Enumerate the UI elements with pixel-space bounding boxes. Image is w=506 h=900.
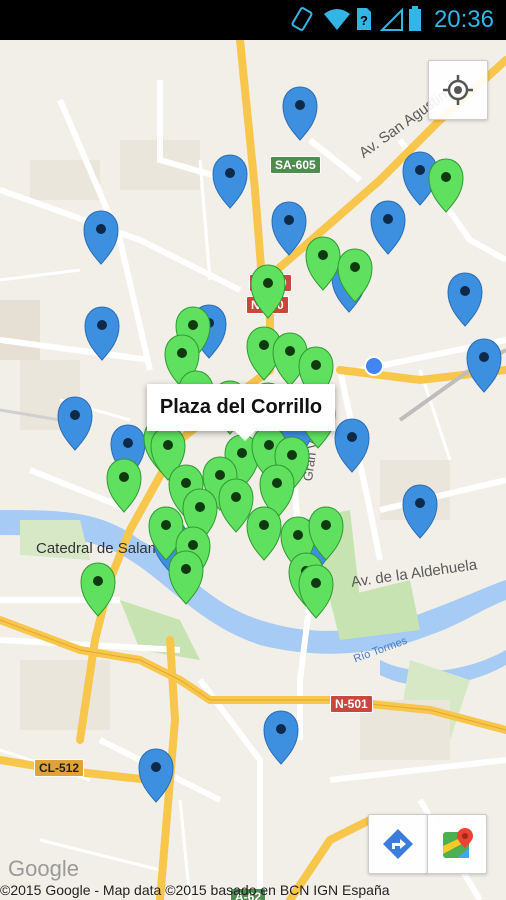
- svg-text:?: ?: [360, 13, 368, 28]
- wifi-icon: [322, 6, 352, 37]
- signal-icon: [379, 6, 404, 37]
- google-logo: Google: [8, 856, 79, 881]
- map-marker-green[interactable]: [428, 158, 464, 213]
- map-marker-blue[interactable]: [271, 201, 307, 256]
- directions-icon: [383, 829, 413, 859]
- google-maps-icon: [443, 828, 473, 858]
- open-in-maps-button[interactable]: [427, 814, 487, 874]
- map-marker-green[interactable]: [250, 264, 286, 319]
- map-marker-blue[interactable]: [282, 86, 318, 141]
- map-marker-blue[interactable]: [212, 154, 248, 209]
- map-marker-blue[interactable]: [138, 748, 174, 803]
- battery-icon: [408, 6, 422, 37]
- map-marker-green[interactable]: [80, 562, 116, 617]
- markers-layer[interactable]: [0, 40, 506, 900]
- map-marker-blue[interactable]: [263, 710, 299, 765]
- sim-unknown-icon: ?: [355, 6, 373, 37]
- map-marker-blue[interactable]: [84, 306, 120, 361]
- map-marker-blue[interactable]: [57, 396, 93, 451]
- map-marker-blue[interactable]: [447, 272, 483, 327]
- map-marker-green[interactable]: [298, 564, 334, 619]
- my-location-button[interactable]: [428, 60, 488, 120]
- map-attribution: ©2015 Google - Map data ©2015 basado en …: [0, 882, 390, 898]
- crosshair-icon: [443, 75, 473, 105]
- info-window-title: Plaza del Corrillo: [159, 396, 323, 418]
- map-view[interactable]: SA-605 N-620 N-630 N-501 CL-512 A-62 Av.…: [0, 40, 506, 900]
- info-window[interactable]: Plaza del Corrillo: [147, 384, 335, 441]
- map-marker-green[interactable]: [246, 506, 282, 561]
- map-marker-blue[interactable]: [402, 484, 438, 539]
- current-location-dot-icon: [366, 358, 382, 374]
- rotation-icon: [290, 6, 314, 37]
- map-marker-blue[interactable]: [370, 200, 406, 255]
- map-marker-blue[interactable]: [83, 210, 119, 265]
- map-marker-green[interactable]: [168, 550, 204, 605]
- directions-button[interactable]: [368, 814, 428, 874]
- map-marker-green[interactable]: [106, 458, 142, 513]
- status-bar: ? 20:36: [0, 0, 506, 40]
- map-marker-blue[interactable]: [466, 338, 502, 393]
- map-marker-blue[interactable]: [334, 418, 370, 473]
- clock: 20:36: [433, 6, 494, 33]
